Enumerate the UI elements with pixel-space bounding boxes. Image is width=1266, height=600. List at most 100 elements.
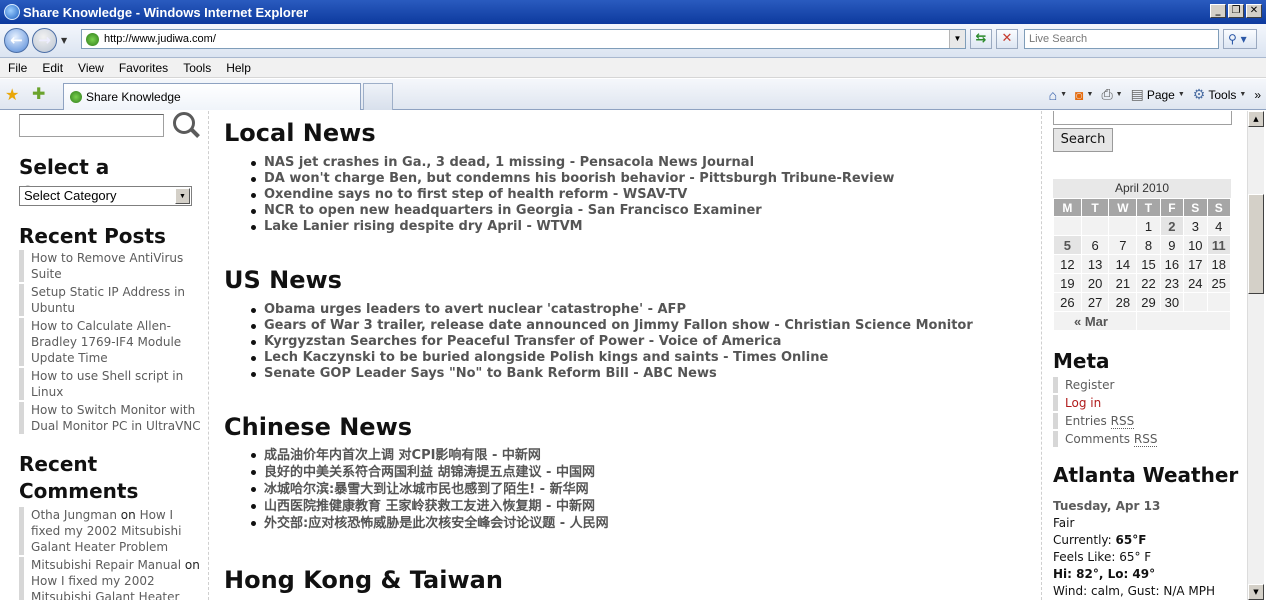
calendar-day: 9 xyxy=(1159,235,1185,255)
recent-post-link[interactable]: How to Switch Monitor with Dual Monitor … xyxy=(19,402,201,434)
recent-post-link[interactable]: How to Calculate Allen-Bradley 1769-IF4 … xyxy=(19,318,201,366)
right-sidebar: Search April 2010 MTWTFSS 1 2 3 4 5 6 7 8 9 10 11 1… xyxy=(1041,111,1247,600)
menu-favorites[interactable]: Favorites xyxy=(111,61,175,75)
calendar-day: 16 xyxy=(1159,254,1185,274)
forward-button[interactable]: → xyxy=(32,28,57,53)
comment-post-link[interactable]: How I fixed my 2002 Mitsubishi Galant He… xyxy=(31,574,179,600)
home-button[interactable]: ⌂ ▼ xyxy=(1049,87,1067,103)
command-bar: ⌂ ▼ ◙ ▼ ⎙ ▼ ▤ Page ▼ ⚙ Tools ▼ » xyxy=(1049,86,1261,103)
home-icon: ⌂ xyxy=(1048,86,1058,103)
scroll-down-button[interactable]: ▼ xyxy=(1248,584,1264,600)
calendar-day-link[interactable]: 5 xyxy=(1053,235,1082,255)
magnifier-search-icon[interactable] xyxy=(173,112,195,134)
calendar-prev-month-link[interactable]: « Mar xyxy=(1052,311,1138,331)
comments-rss-label: Comments xyxy=(1065,432,1131,446)
live-search-input[interactable]: Live Search xyxy=(1024,29,1219,49)
news-link[interactable]: Obama urges leaders to avert nuclear 'ca… xyxy=(251,302,973,318)
entries-rss-link[interactable]: Entries RSS xyxy=(1053,413,1233,429)
toolbar-chevron-button[interactable]: » xyxy=(1254,88,1261,102)
minimize-button[interactable]: _ xyxy=(1210,4,1226,18)
back-button[interactable]: ← xyxy=(4,28,29,53)
print-button[interactable]: ⎙ ▼ xyxy=(1101,86,1122,103)
news-link[interactable]: NCR to open new headquarters in Georgia … xyxy=(250,203,894,219)
scroll-thumb[interactable] xyxy=(1248,194,1264,294)
restore-button[interactable]: ❐ xyxy=(1228,4,1244,18)
calendar: April 2010 MTWTFSS 1 2 3 4 5 6 7 8 9 10 11 12 13 14 15… xyxy=(1052,179,1232,331)
tab-label: Share Knowledge xyxy=(86,90,181,104)
menu-file[interactable]: File xyxy=(0,61,34,75)
recent-comments-list: Otha Jungman on How I fixed my 2002 Mits… xyxy=(19,507,201,600)
calendar-day: 6 xyxy=(1080,235,1110,255)
news-link[interactable]: 外交部:应对核恐怖威胁是此次核安全峰会讨论议题 - 人民网 xyxy=(251,515,609,532)
right-search-input[interactable] xyxy=(1053,111,1232,125)
category-select[interactable]: Select Category ▼ xyxy=(19,186,192,206)
news-link[interactable]: 成品油价年内首次上调 对CPI影响有限 - 中新网 xyxy=(251,447,609,464)
weather-date: Tuesday, Apr 13 xyxy=(1053,499,1161,513)
comment-author-link[interactable]: Otha Jungman xyxy=(31,508,117,522)
tab-share-knowledge[interactable]: Share Knowledge xyxy=(63,83,361,110)
menu-help[interactable]: Help xyxy=(218,61,258,75)
calendar-day: 18 xyxy=(1206,254,1232,274)
news-link[interactable]: DA won't charge Ben, but condemns his bo… xyxy=(250,171,894,187)
calendar-day: 10 xyxy=(1183,235,1208,255)
calendar-day: 1 xyxy=(1136,216,1161,236)
news-link[interactable]: Kyrgyzstan Searches for Peaceful Transfe… xyxy=(251,334,973,350)
news-link[interactable]: Senate GOP Leader Says "No" to Bank Refo… xyxy=(251,366,973,382)
comment-author-link[interactable]: Mitsubishi Repair Manual xyxy=(31,558,181,572)
sidebar-search-input[interactable] xyxy=(19,114,164,137)
login-link[interactable]: Log in xyxy=(1053,395,1233,411)
rss-abbr: RSS xyxy=(1133,432,1158,447)
calendar-empty-cell xyxy=(1080,216,1110,236)
new-tab-button[interactable] xyxy=(363,83,393,110)
recent-posts-list: How to Remove AntiVirus Suite Setup Stat… xyxy=(19,250,201,436)
comments-rss-link[interactable]: Comments RSS xyxy=(1053,431,1233,447)
recent-post-link[interactable]: How to use Shell script in Linux xyxy=(19,368,201,400)
favorites-star-icon[interactable]: ★ xyxy=(5,85,19,105)
news-link[interactable]: 良好的中美关系符合两国利益 胡锦涛提五点建议 - 中国网 xyxy=(251,464,609,481)
tab-favicon-icon xyxy=(70,91,82,103)
chevron-down-icon[interactable]: ▼ xyxy=(175,188,190,204)
menu-edit[interactable]: Edit xyxy=(34,61,70,75)
recent-pages-dropdown[interactable]: ▼ xyxy=(61,36,67,45)
news-section-local: Local News NAS jet crashes in Ga., 3 dea… xyxy=(224,117,894,235)
vertical-scrollbar[interactable]: ▲ ▼ xyxy=(1247,111,1264,600)
calendar-day-link[interactable]: 11 xyxy=(1206,235,1232,255)
address-url[interactable]: http://www.judiwa.com/ xyxy=(104,33,216,45)
refresh-button[interactable]: ⇆ xyxy=(970,29,992,49)
currently-label: Currently: xyxy=(1053,533,1112,547)
calendar-empty-cell xyxy=(1183,292,1208,312)
address-dropdown-icon[interactable]: ▼ xyxy=(949,30,965,48)
calendar-empty-cell xyxy=(1053,216,1082,236)
news-link[interactable]: Lake Lanier rising despite dry April - W… xyxy=(250,219,894,235)
calendar-day: 13 xyxy=(1080,254,1110,274)
news-link[interactable]: 山西医院推健康教育 王家岭获救工友进入恢复期 - 中新网 xyxy=(251,498,609,515)
menu-view[interactable]: View xyxy=(70,61,111,75)
page-menu-button[interactable]: ▤ Page ▼ xyxy=(1131,86,1185,103)
news-link[interactable]: Lech Kaczynski to be buried alongside Po… xyxy=(251,350,973,366)
stop-button[interactable]: ✕ xyxy=(996,29,1018,49)
register-link[interactable]: Register xyxy=(1053,377,1233,393)
recent-post-link[interactable]: Setup Static IP Address in Ubuntu xyxy=(19,284,201,316)
scroll-up-button[interactable]: ▲ xyxy=(1248,111,1264,127)
news-link[interactable]: Gears of War 3 trailer, release date ann… xyxy=(251,318,973,334)
news-link[interactable]: NAS jet crashes in Ga., 3 dead, 1 missin… xyxy=(250,155,894,171)
calendar-day: 28 xyxy=(1108,292,1138,312)
address-bar[interactable]: http://www.judiwa.com/ ▼ xyxy=(81,29,966,49)
recent-post-link[interactable]: How to Remove AntiVirus Suite xyxy=(19,250,201,282)
ie-logo-icon xyxy=(4,4,20,20)
calendar-day-link[interactable]: 2 xyxy=(1159,216,1185,236)
page-icon: ▤ xyxy=(1130,86,1144,102)
calendar-weekday-header: S xyxy=(1206,198,1232,217)
search-button[interactable]: Search xyxy=(1053,128,1113,152)
calendar-day: 3 xyxy=(1183,216,1208,236)
news-link[interactable]: 冰城哈尔滨:暴雪大到让冰城市民也感到了陌生! - 新华网 xyxy=(251,481,609,498)
feeds-button[interactable]: ◙ ▼ xyxy=(1075,87,1093,103)
close-button[interactable]: ✕ xyxy=(1246,4,1262,18)
add-favorite-icon[interactable]: ✚ xyxy=(32,84,45,104)
tools-menu-button[interactable]: ⚙ Tools ▼ xyxy=(1193,86,1247,103)
currently-value: 65°F xyxy=(1115,533,1147,547)
news-link[interactable]: Oxendine says no to first step of health… xyxy=(250,187,894,203)
calendar-day: 19 xyxy=(1053,273,1082,293)
menu-tools[interactable]: Tools xyxy=(175,61,218,75)
search-go-button[interactable]: ⚲ ▾ xyxy=(1223,29,1257,49)
